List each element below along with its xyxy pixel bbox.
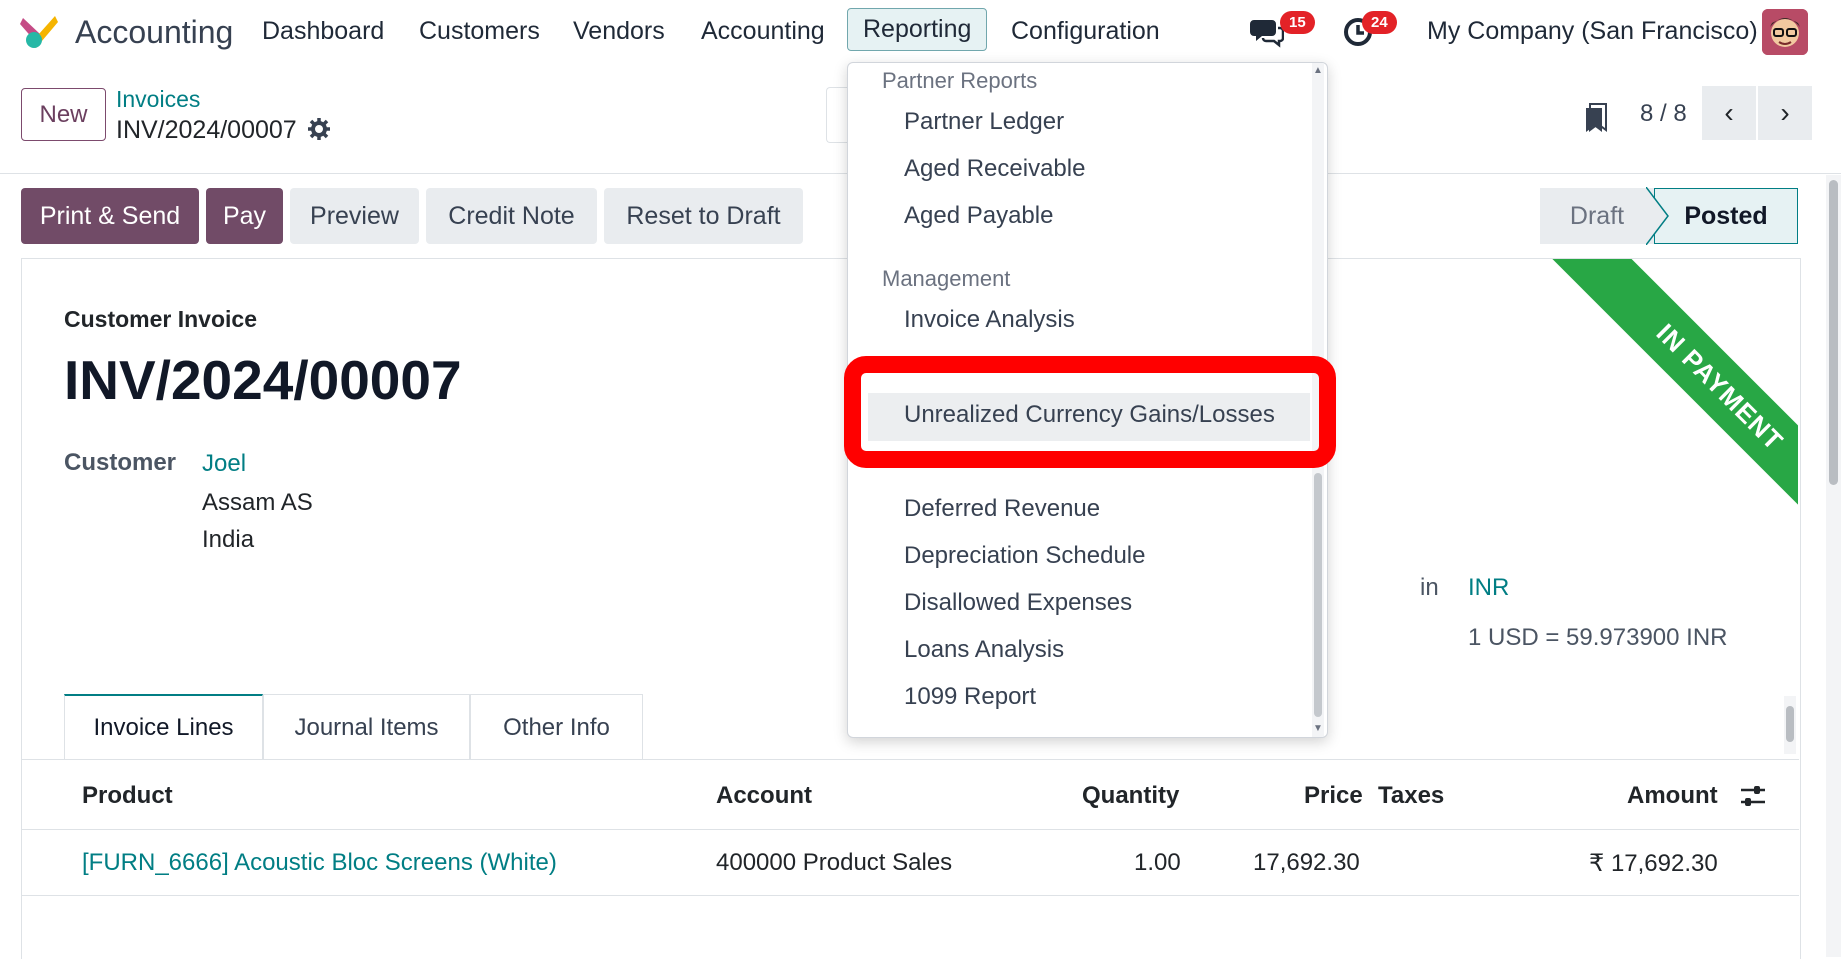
messages-count-badge: 15 <box>1280 11 1315 34</box>
column-header-quantity[interactable]: Quantity <box>1082 782 1179 810</box>
nav-accounting[interactable]: Accounting <box>701 17 825 46</box>
menu-item-aged-receivable[interactable]: Aged Receivable <box>904 155 1085 183</box>
messages-icon[interactable] <box>1250 16 1284 48</box>
table-header-divider <box>21 829 1799 830</box>
menu-item-aged-payable[interactable]: Aged Payable <box>904 202 1053 230</box>
nav-vendors[interactable]: Vendors <box>573 17 665 46</box>
pager-previous-button[interactable]: ‹ <box>1702 86 1756 140</box>
breadcrumb-current-label: INV/2024/00007 <box>116 116 297 144</box>
breadcrumb-current: INV/2024/00007 <box>116 116 330 145</box>
company-switcher[interactable]: My Company (San Francisco) <box>1427 17 1758 46</box>
ribbon-text: IN PAYMENT <box>1551 259 1798 529</box>
status-draft[interactable]: Draft <box>1540 188 1654 244</box>
accounting-app-logo-icon[interactable] <box>20 14 58 50</box>
row-amount: ₹ 17,692.30 <box>1589 850 1718 877</box>
column-header-price[interactable]: Price <box>1304 782 1363 810</box>
customer-address-line-2: India <box>202 526 255 553</box>
row-account[interactable]: 400000 Product Sales <box>716 849 952 877</box>
customer-address-line-1: Assam AS <box>202 489 313 516</box>
print-send-button[interactable]: Print & Send <box>21 188 199 244</box>
pager-value[interactable]: 8 / 8 <box>1640 100 1687 128</box>
menu-section-partner-reports: Partner Reports <box>882 68 1038 93</box>
status-arrow-divider <box>1646 187 1669 245</box>
menu-scroll-up-arrow-icon[interactable]: ▲ <box>1313 65 1323 76</box>
tab-journal-items[interactable]: Journal Items <box>263 694 470 760</box>
column-header-taxes[interactable]: Taxes <box>1378 782 1444 810</box>
menu-section-management: Management <box>882 266 1011 291</box>
menu-item-deferred-revenue[interactable]: Deferred Revenue <box>904 495 1100 523</box>
gear-icon[interactable] <box>307 118 330 140</box>
new-button[interactable]: New <box>21 88 106 141</box>
bookmark-icon[interactable] <box>1584 102 1610 134</box>
chevron-left-icon: ‹ <box>1724 97 1734 128</box>
pager-next-button[interactable]: › <box>1758 86 1812 140</box>
optional-columns-icon[interactable] <box>1740 784 1766 808</box>
table-row-divider <box>21 895 1799 896</box>
row-quantity[interactable]: 1.00 <box>1134 849 1181 877</box>
user-avatar[interactable] <box>1762 9 1808 55</box>
menu-item-partner-ledger[interactable]: Partner Ledger <box>904 108 1064 136</box>
status-ribbon: IN PAYMENT <box>1520 259 1798 529</box>
page-scroll-thumb[interactable] <box>1829 180 1838 485</box>
customer-link[interactable]: Joel <box>202 450 246 478</box>
invoice-number-title: INV/2024/00007 <box>64 349 462 411</box>
column-header-account[interactable]: Account <box>716 782 812 810</box>
tab-other-info[interactable]: Other Info <box>470 694 643 760</box>
nav-reporting[interactable]: Reporting <box>847 8 988 51</box>
nav-dashboard[interactable]: Dashboard <box>262 17 384 46</box>
status-posted[interactable]: Posted <box>1654 188 1798 244</box>
row-price[interactable]: 17,692.30 <box>1253 849 1360 877</box>
currency-rate: 1 USD = 59.973900 INR <box>1468 624 1728 651</box>
credit-note-button[interactable]: Credit Note <box>426 188 597 244</box>
menu-item-loans-analysis[interactable]: Loans Analysis <box>904 636 1064 664</box>
nav-customers[interactable]: Customers <box>419 17 540 46</box>
menu-scroll-down-arrow-icon[interactable]: ▼ <box>1313 723 1323 734</box>
tabs-divider <box>21 759 1799 760</box>
preview-button[interactable]: Preview <box>290 188 419 244</box>
customer-label: Customer <box>64 449 177 476</box>
menu-item-invoice-analysis[interactable]: Invoice Analysis <box>904 306 1075 334</box>
form-inner-scroll-thumb[interactable] <box>1786 706 1794 742</box>
menu-item-disallowed-expenses[interactable]: Disallowed Expenses <box>904 589 1132 617</box>
tab-invoice-lines[interactable]: Invoice Lines <box>64 694 263 760</box>
app-title[interactable]: Accounting <box>75 14 233 51</box>
red-highlight-annotation <box>844 356 1336 468</box>
menu-item-1099-report[interactable]: 1099 Report <box>904 683 1036 711</box>
currency-prefix: in <box>1420 574 1439 601</box>
document-type-label: Customer Invoice <box>64 306 257 332</box>
activities-count-badge: 24 <box>1362 11 1397 34</box>
reset-to-draft-button[interactable]: Reset to Draft <box>604 188 803 244</box>
breadcrumb-invoices[interactable]: Invoices <box>116 86 200 113</box>
chevron-right-icon: › <box>1780 97 1790 128</box>
menu-scroll-thumb[interactable] <box>1314 473 1322 717</box>
column-header-product[interactable]: Product <box>82 782 173 810</box>
menu-item-depreciation-schedule[interactable]: Depreciation Schedule <box>904 542 1146 570</box>
nav-configuration[interactable]: Configuration <box>1011 17 1160 46</box>
currency-link[interactable]: INR <box>1468 574 1509 602</box>
row-product[interactable]: [FURN_6666] Acoustic Bloc Screens (White… <box>82 849 557 877</box>
pay-button[interactable]: Pay <box>206 188 283 244</box>
column-header-amount[interactable]: Amount <box>1627 782 1718 810</box>
